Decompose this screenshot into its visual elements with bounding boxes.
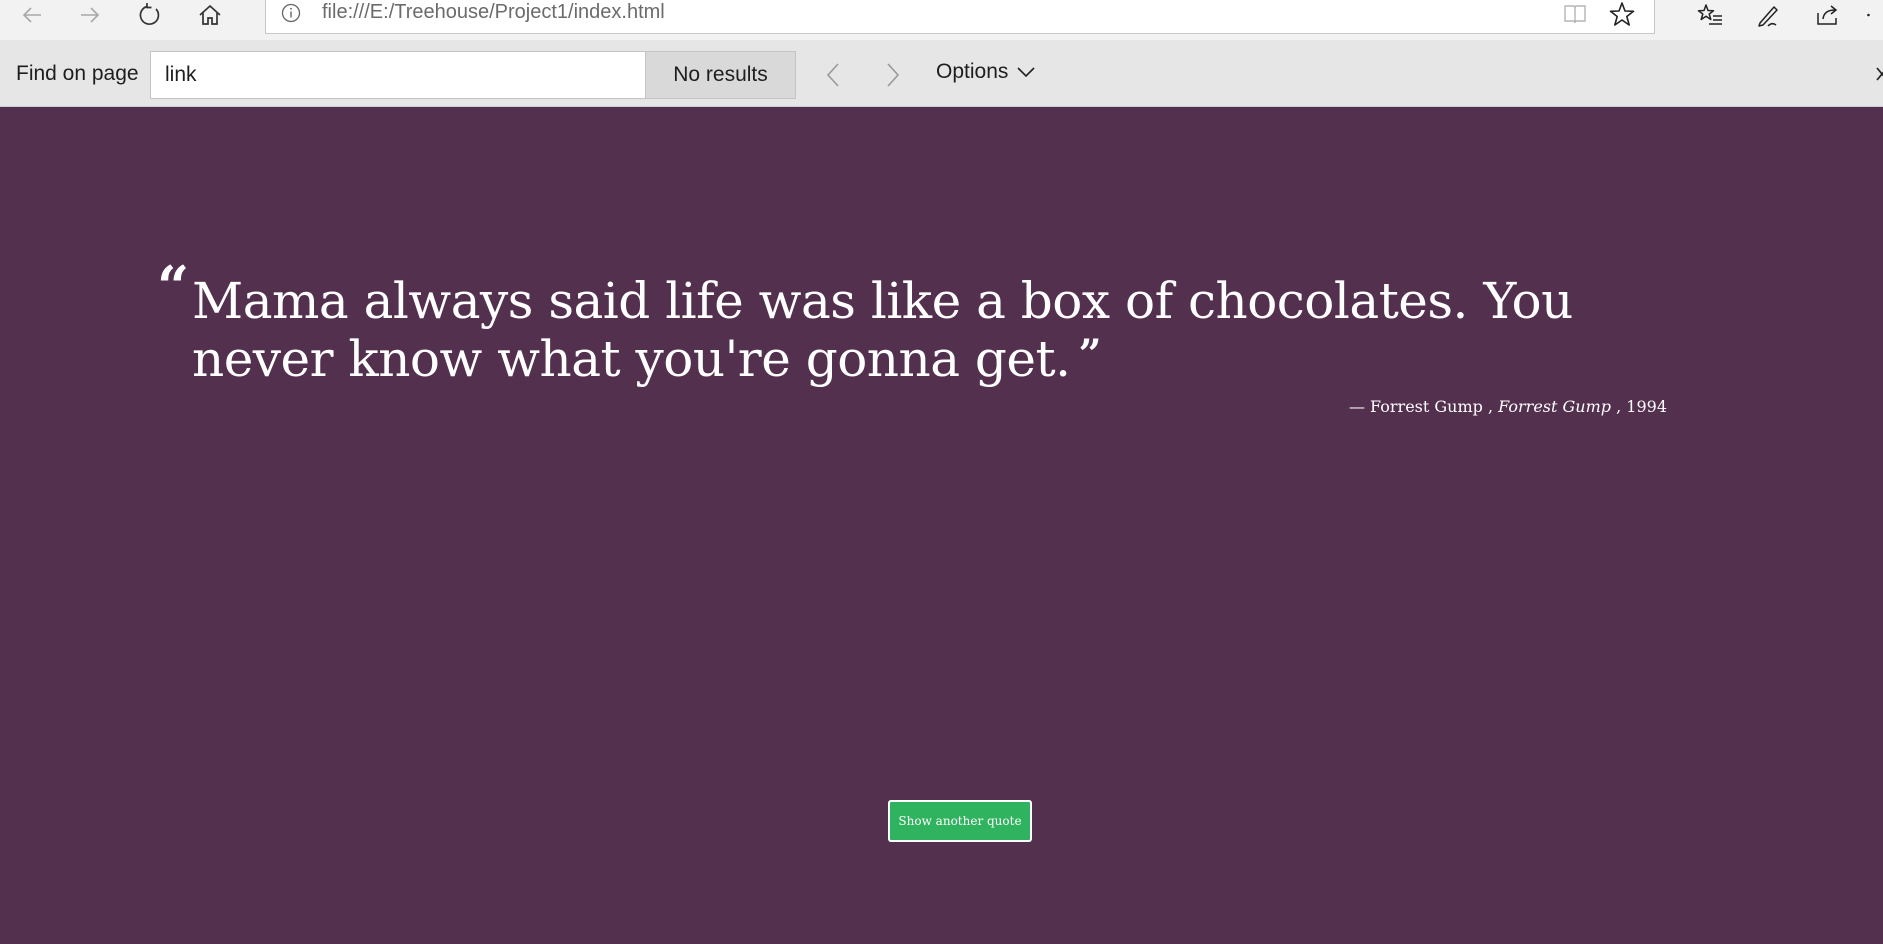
star-icon[interactable] (1608, 0, 1636, 28)
forward-arrow-icon[interactable] (68, 0, 112, 30)
chevron-right-icon (887, 63, 900, 87)
pen-icon[interactable] (1746, 0, 1790, 30)
info-icon[interactable] (280, 2, 302, 24)
source-author: — Forrest Gump , (1348, 397, 1494, 416)
more-options-icon[interactable] (1862, 0, 1883, 30)
browser-toolbar: file:///E:/Treehouse/Project1/index.html (0, 0, 1883, 40)
find-options-label: Options (936, 60, 1009, 83)
find-on-page-bar: Find on page link No results Options (0, 40, 1883, 107)
close-quote-mark: ” (1078, 331, 1102, 378)
quote-source: — Forrest Gump , Forrest Gump , 1994 (1349, 397, 1667, 416)
favorites-list-icon[interactable] (1688, 0, 1732, 30)
quote-block: “ Mama always said life was like a box o… (157, 259, 1667, 386)
source-year: , 1994 (1616, 397, 1667, 416)
home-icon[interactable] (188, 0, 232, 30)
reading-view-icon[interactable] (1562, 1, 1588, 27)
close-icon[interactable] (1871, 62, 1883, 86)
share-icon[interactable] (1806, 0, 1850, 30)
open-quote-mark: “ (157, 254, 190, 320)
chevron-down-icon (1017, 67, 1035, 78)
find-next-button[interactable] (876, 58, 910, 92)
refresh-icon[interactable] (128, 0, 172, 30)
source-citation: Forrest Gump (1498, 397, 1612, 416)
url-text[interactable]: file:///E:/Treehouse/Project1/index.html (322, 1, 665, 24)
address-bar[interactable]: file:///E:/Treehouse/Project1/index.html (265, 0, 1655, 34)
quote-text-wrapper: Mama always said life was like a box of … (157, 275, 1667, 386)
find-label: Find on page (16, 62, 139, 85)
show-another-quote-button[interactable]: Show another quote (888, 800, 1032, 842)
find-previous-button[interactable] (816, 58, 850, 92)
find-results-count: No results (646, 51, 796, 99)
find-input[interactable]: link (150, 51, 646, 99)
chevron-left-icon (826, 63, 839, 87)
quote-text: Mama always said life was like a box of … (192, 272, 1573, 388)
back-arrow-icon[interactable] (10, 0, 54, 30)
find-options-dropdown[interactable]: Options (936, 60, 1036, 84)
